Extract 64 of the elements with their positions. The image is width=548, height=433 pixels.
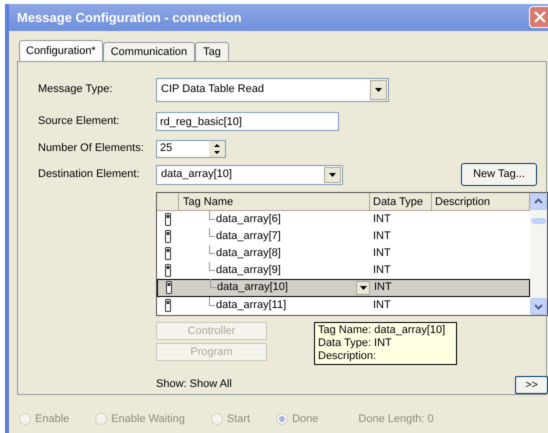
tag-name: data_array[8]	[215, 246, 282, 261]
tab[interactable]: Communication	[102, 42, 196, 61]
close-icon	[534, 11, 546, 24]
data-type: INT	[372, 246, 392, 261]
vertical-scrollbar[interactable]	[530, 192, 547, 315]
scroll-thumb[interactable]	[531, 218, 546, 224]
tooltip-line: Tag Name: data_array[10]	[318, 324, 446, 337]
tag-name: data_array[10]	[216, 280, 289, 296]
close-button[interactable]	[529, 6, 548, 28]
column-header[interactable]: Tag Name	[179, 192, 370, 210]
tag-element-icon	[166, 281, 172, 294]
scroll-up-icon[interactable]	[530, 192, 547, 210]
data-type: INT	[373, 280, 393, 296]
tag-name: data_array[6]	[215, 212, 282, 227]
table-row[interactable]: data_array[11] INT	[157, 296, 530, 314]
tooltip-line: Description:	[318, 350, 378, 363]
tree-line	[209, 262, 215, 271]
dropdown-arrow-icon	[329, 172, 336, 177]
tag-element-icon	[165, 246, 171, 260]
dropdown-button[interactable]	[370, 80, 387, 100]
tag-element-icon	[165, 264, 171, 277]
field-label: Message Type:	[38, 82, 114, 98]
table-row[interactable]: data_array[6] INT	[157, 210, 530, 228]
table-row[interactable]: data_array[8] INT	[157, 244, 530, 262]
show-filter-label: Show: Show All	[156, 377, 232, 392]
tooltip-line: Data Type: INT	[318, 336, 393, 350]
dropdown-button[interactable]	[324, 166, 341, 183]
tab[interactable]: Tag	[195, 42, 229, 61]
source-element-field[interactable]: rd_reg_basic[10]	[156, 112, 339, 132]
tree-line	[209, 228, 215, 237]
data-type: INT	[372, 298, 392, 313]
dropdown-arrow-icon	[375, 88, 382, 92]
destination-dropdown[interactable]: data_array[10]	[156, 164, 343, 185]
tree-line	[210, 279, 216, 288]
table-row[interactable]: data_array[7] INT	[157, 228, 530, 245]
tag-element-icon	[165, 298, 171, 312]
dropdown-button[interactable]	[356, 280, 370, 295]
field-label: Destination Element:	[38, 167, 140, 182]
tag-name: data_array[9]	[215, 262, 282, 278]
tag-name: data_array[11]	[215, 298, 288, 313]
window-title: Message Configuration - connection	[17, 8, 242, 27]
data-type: INT	[372, 228, 392, 244]
table-row[interactable]: data_array[9] INT	[157, 262, 530, 279]
field-label: Number Of Elements:	[38, 141, 145, 156]
tag-element-icon	[165, 212, 171, 226]
field-label: Source Element:	[38, 114, 120, 130]
column-header[interactable]: Data Type	[370, 192, 432, 210]
tree-line	[209, 244, 215, 254]
data-type: INT	[372, 212, 392, 227]
tree-line	[209, 210, 215, 220]
tab[interactable]: Configuration*	[19, 40, 103, 62]
tag-name: data_array[7]	[215, 228, 282, 244]
table-row[interactable]: data_array[10] INT	[157, 278, 530, 297]
number-spinner-field[interactable]: 25	[156, 140, 226, 158]
spinner-arrows-icon	[209, 140, 225, 157]
data-type: INT	[372, 262, 392, 278]
tree-line	[209, 296, 215, 306]
new-tag-button[interactable]: New Tag...	[461, 163, 537, 186]
more-button[interactable]: >>	[515, 376, 548, 394]
done-length-label: Done Length: 0	[358, 412, 434, 427]
tag-element-icon	[165, 230, 171, 243]
dropdown-arrow-icon	[360, 286, 366, 290]
scroll-down-icon[interactable]	[530, 298, 547, 315]
message-type-dropdown[interactable]: CIP Data Table Read	[156, 78, 389, 102]
